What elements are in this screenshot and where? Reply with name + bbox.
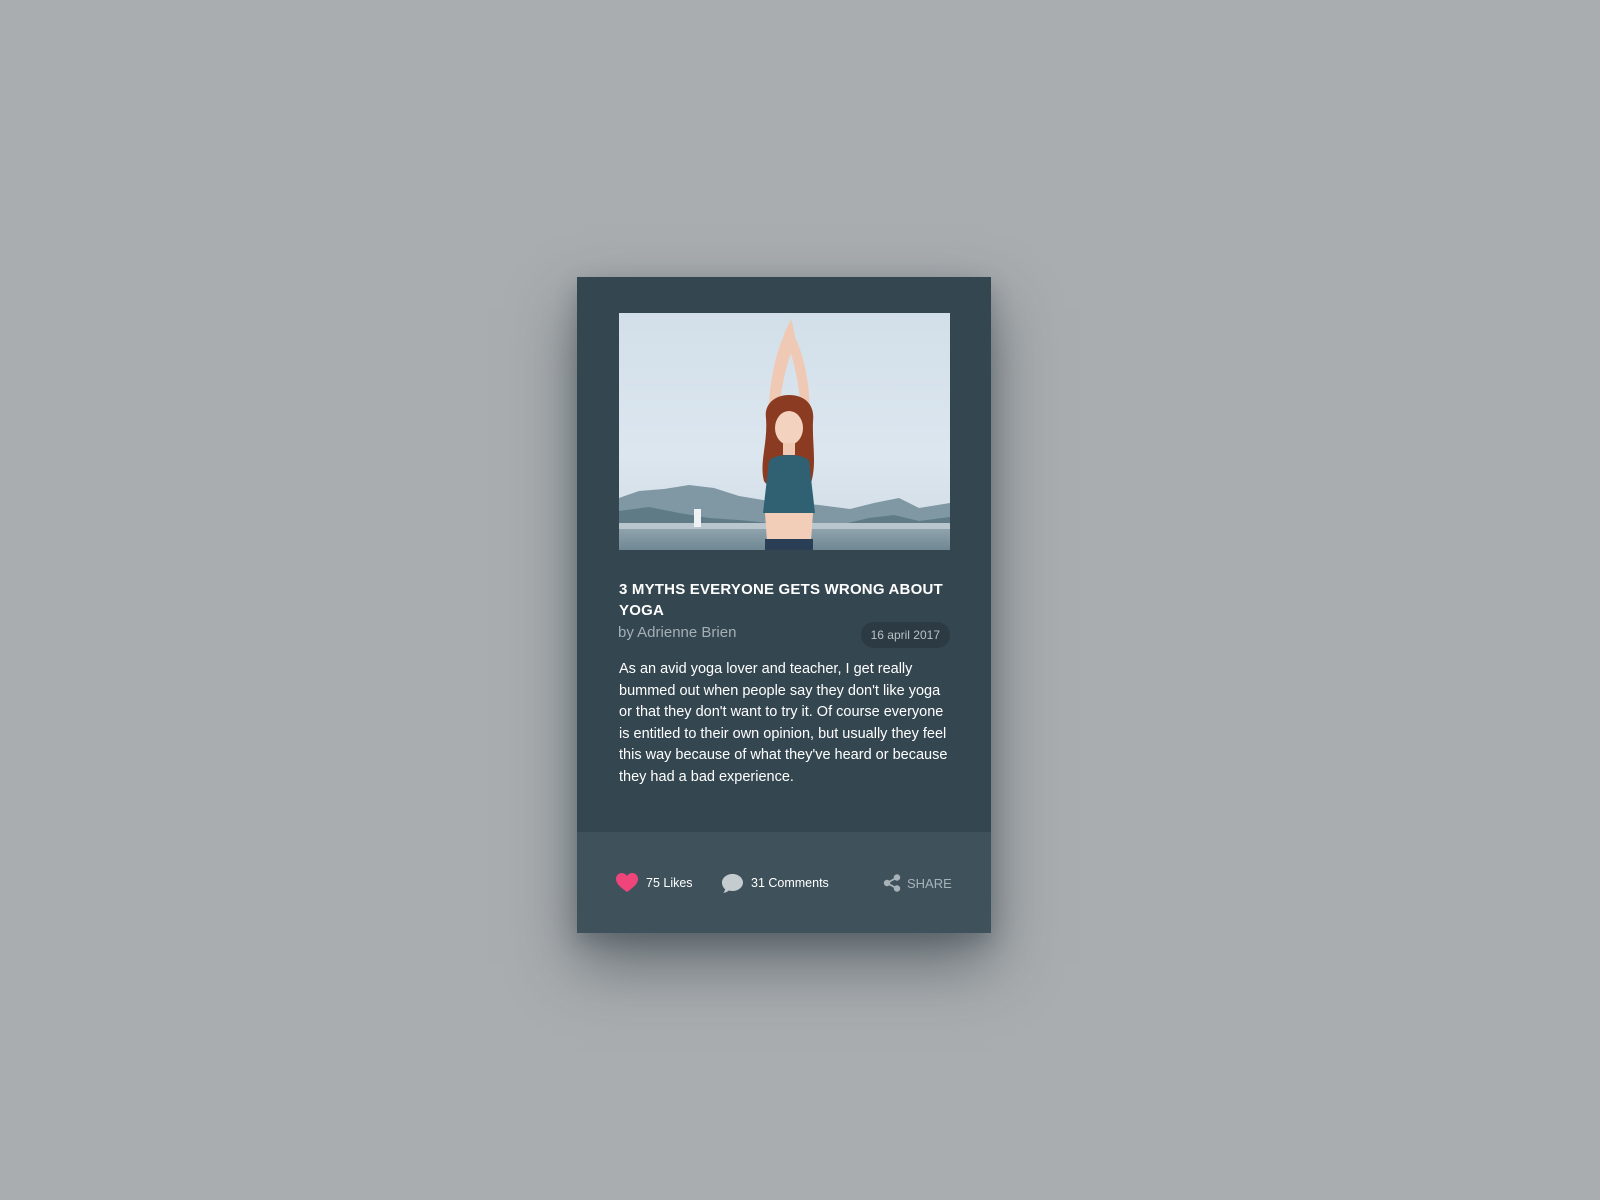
post-meta: by Adrienne Brien 16 april 2017 xyxy=(618,621,950,648)
comments-button[interactable]: 31 Comments xyxy=(722,873,829,893)
share-button[interactable]: SHARE xyxy=(883,873,952,893)
comment-bubble-icon xyxy=(722,873,743,893)
card-footer: 75 Likes 31 Comments SHARE xyxy=(577,832,991,933)
likes-count: 75 Likes xyxy=(646,876,693,890)
post-card: 3 MYTHS EVERYONE GETS WRONG ABOUT YOGA b… xyxy=(577,277,991,933)
yoga-photo xyxy=(619,313,950,550)
card-body: 3 MYTHS EVERYONE GETS WRONG ABOUT YOGA b… xyxy=(618,313,950,789)
share-icon xyxy=(883,874,901,892)
heart-icon xyxy=(616,873,638,892)
share-label: SHARE xyxy=(907,875,952,891)
like-button[interactable]: 75 Likes xyxy=(616,873,693,893)
post-image xyxy=(619,313,950,550)
post-title[interactable]: 3 MYTHS EVERYONE GETS WRONG ABOUT YOGA xyxy=(619,579,950,621)
comments-count: 31 Comments xyxy=(751,876,829,890)
post-excerpt: As an avid yoga lover and teacher, I get… xyxy=(619,661,948,785)
date-badge: 16 april 2017 xyxy=(860,622,950,648)
post-author[interactable]: by Adrienne Brien xyxy=(618,624,736,641)
